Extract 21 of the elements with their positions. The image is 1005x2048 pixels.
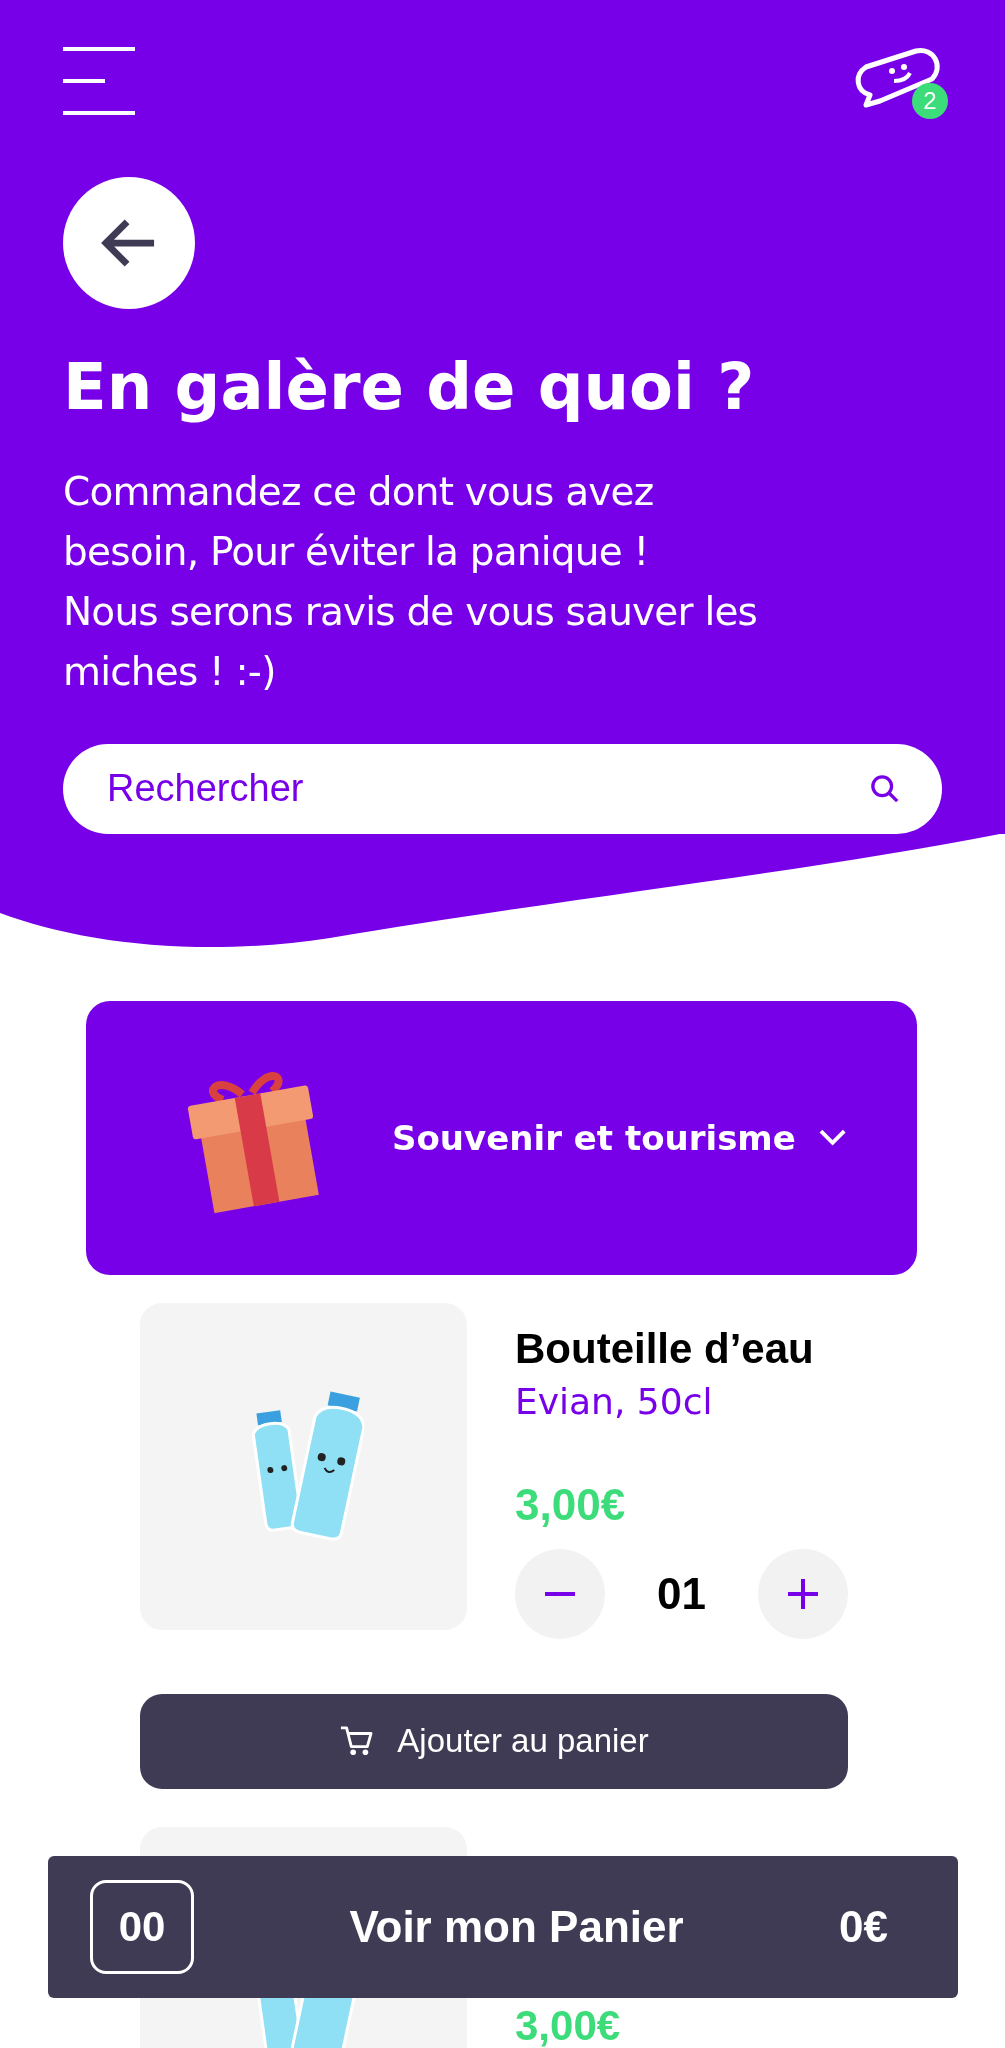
add-to-cart-button[interactable]: Ajouter au panier: [140, 1693, 848, 1789]
notification-badge: 2: [912, 83, 948, 119]
product-name: Bouteille d’eau: [515, 1324, 815, 1373]
product-price: 3,00€: [515, 1482, 627, 1527]
category-label: Souvenir et tourisme: [392, 1117, 796, 1158]
search-field[interactable]: Rechercher: [63, 743, 942, 834]
page-title: En galère de quoi ?: [63, 349, 756, 426]
search-icon: [870, 773, 900, 804]
product-detail: Evian, 50cl: [515, 1380, 714, 1422]
plus-icon: [788, 1578, 818, 1609]
intro-text: Commandez ce dont vous avez besoin, Pour éviter la panique ! Nous serons ravis de vous sauver les miches ! :-): [63, 467, 759, 696]
cart-bar[interactable]: 00 Voir mon Panier 0€: [48, 1856, 958, 1998]
quantity-value: 01: [657, 1568, 706, 1619]
cart-icon: [339, 1725, 374, 1758]
product-price: 3,00€: [515, 2004, 622, 2047]
cart-label: Voir mon Panier: [348, 1902, 685, 1952]
category-dropdown[interactable]: Souvenir et tourisme: [86, 1000, 917, 1275]
menu-icon[interactable]: [63, 47, 135, 115]
cart-total: 0€: [839, 1902, 888, 1952]
cart-count: 00: [90, 1880, 194, 1974]
minus-icon: [545, 1591, 575, 1596]
